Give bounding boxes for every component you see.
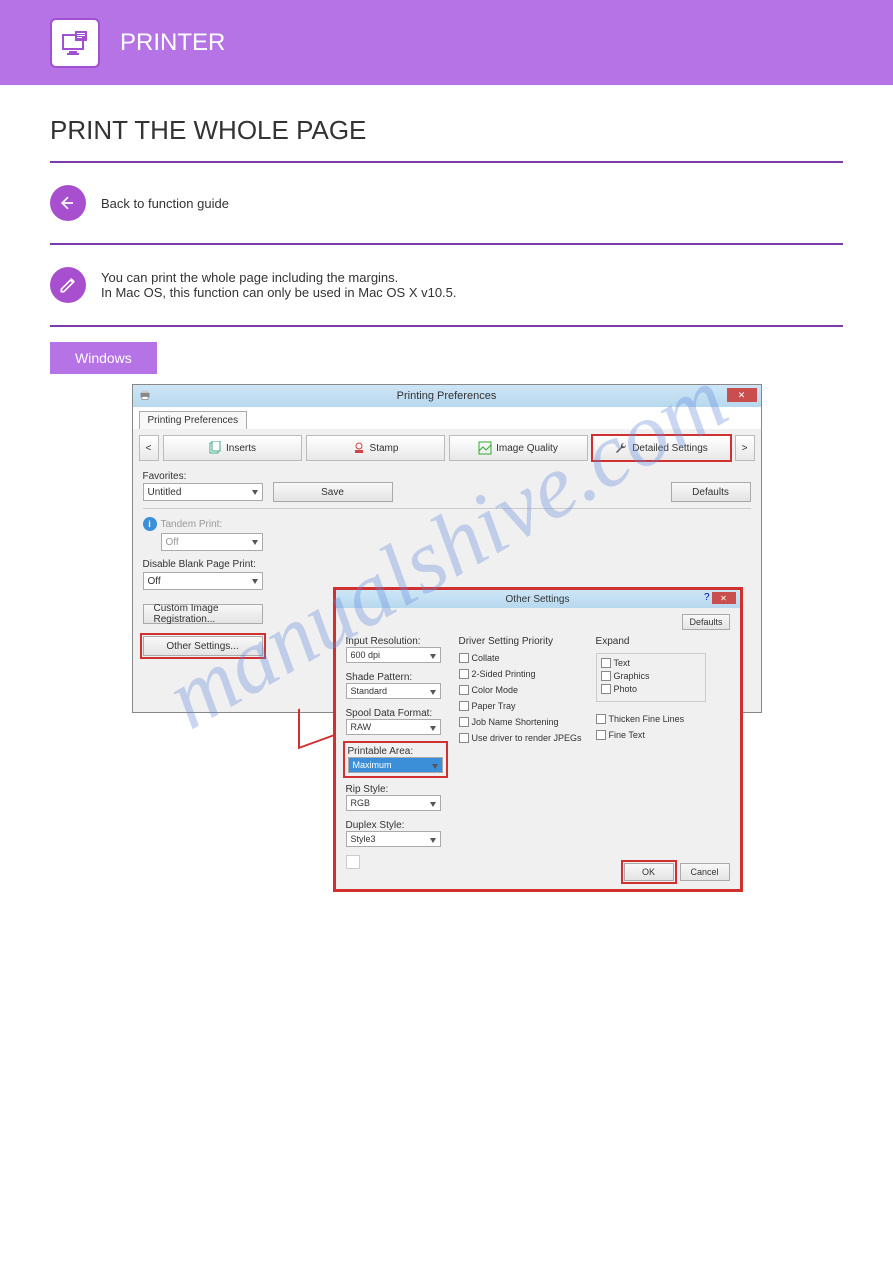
defaults-button[interactable]: Defaults [671,482,751,502]
chk-color-mode[interactable]: Color Mode [459,685,582,695]
image-quality-icon [478,441,492,455]
other-settings-window: Other Settings ? ✕ Defaults Input Resolu… [333,587,743,892]
inserts-icon [208,441,222,455]
sub-titlebar: Other Settings ? ✕ [336,590,740,608]
stamp-icon [352,441,366,455]
stamp-label: Stamp [370,443,399,454]
preview-square [346,855,360,869]
page-header: PRINTER [0,0,893,85]
input-res-label: Input Resolution: [346,636,445,647]
chk-fine-text[interactable]: Fine Text [596,730,706,740]
detailed-settings-label: Detailed Settings [632,443,708,454]
sub-title: Other Settings [506,594,570,605]
nav-next-button[interactable]: > [735,435,755,461]
spool-format-label: Spool Data Format: [346,708,445,719]
image-quality-button[interactable]: Image Quality [449,435,588,461]
chk-text[interactable]: Text [601,658,701,668]
favorites-select[interactable]: Untitled [143,483,263,501]
note-line2: In Mac OS, this function can only be use… [101,285,457,300]
stamp-button[interactable]: Stamp [306,435,445,461]
chapter-logo [50,18,100,68]
chk-graphics[interactable]: Graphics [601,671,701,681]
inserts-label: Inserts [226,443,256,454]
disable-blank-select[interactable]: Off [143,572,263,590]
page-title: PRINT THE WHOLE PAGE [50,115,843,146]
note-line1: You can print the whole page including t… [101,270,457,285]
windows-badge: Windows [50,342,157,374]
sub-defaults-button[interactable]: Defaults [682,614,729,630]
spool-format-select[interactable]: RAW [346,719,441,735]
inserts-button[interactable]: Inserts [163,435,302,461]
pencil-icon [50,267,86,303]
help-icon[interactable]: ? [704,592,710,603]
expand-heading: Expand [596,636,706,647]
save-button[interactable]: Save [273,482,393,502]
back-icon[interactable] [50,185,86,221]
toolbar: < Inserts Stamp Image Quality Detailed S… [133,429,761,467]
chapter-title: PRINTER [120,29,225,57]
duplex-style-select[interactable]: Style3 [346,831,441,847]
screenshot: manualshive.com Printing Preferences ✕ P… [132,384,762,713]
printable-area-group: Printable Area: Maximum [346,744,445,775]
tandem-print-select[interactable]: Off [161,533,263,551]
divider [50,243,843,245]
detailed-settings-button[interactable]: Detailed Settings [592,435,731,461]
dialog-body: Favorites: Untitled Save Defaults i Tande… [133,467,761,712]
wrench-icon [614,441,628,455]
nav-prev-button[interactable]: < [139,435,159,461]
window-title: Printing Preferences [397,390,497,402]
info-icon: i [143,517,157,531]
section-divider [143,508,751,509]
disable-blank-label: Disable Blank Page Print: [143,559,278,570]
printing-prefs-window: Printing Preferences ✕ Printing Preferen… [132,384,762,713]
expand-box: Text Graphics Photo [596,653,706,702]
shade-pattern-select[interactable]: Standard [346,683,441,699]
printable-area-select[interactable]: Maximum [348,757,443,773]
input-res-select[interactable]: 600 dpi [346,647,441,663]
cancel-button[interactable]: Cancel [680,863,730,881]
divider [50,325,843,327]
callout-line [298,695,338,750]
duplex-style-label: Duplex Style: [346,820,445,831]
chk-photo[interactable]: Photo [601,684,701,694]
window-titlebar: Printing Preferences ✕ [133,385,761,407]
chk-2sided[interactable]: 2-Sided Printing [459,669,582,679]
back-row: Back to function guide [50,173,843,233]
rip-style-select[interactable]: RGB [346,795,441,811]
tandem-print-label: Tandem Print: [161,519,223,530]
close-icon[interactable]: ✕ [727,388,757,402]
image-quality-label: Image Quality [496,443,558,454]
divider [50,161,843,163]
rip-style-label: Rip Style: [346,784,445,795]
custom-image-button[interactable]: Custom Image Registration... [143,604,263,624]
chk-paper-tray[interactable]: Paper Tray [459,701,582,711]
tab-printing-preferences[interactable]: Printing Preferences [139,411,248,429]
chk-use-driver[interactable]: Use driver to render JPEGs [459,733,582,743]
chk-job-name[interactable]: Job Name Shortening [459,717,582,727]
ok-button[interactable]: OK [624,863,674,881]
tab-strip: Printing Preferences [133,407,761,429]
other-settings-button[interactable]: Other Settings... [143,636,263,656]
monitor-icon [59,27,91,59]
chk-collate[interactable]: Collate [459,653,582,663]
favorites-label: Favorites: [143,471,751,482]
printer-icon [139,389,151,401]
sub-close-icon[interactable]: ✕ [712,592,736,604]
printable-area-label: Printable Area: [348,746,443,757]
back-link[interactable]: Back to function guide [101,196,229,211]
driver-priority-heading: Driver Setting Priority [459,636,582,647]
shade-pattern-label: Shade Pattern: [346,672,445,683]
note-row: You can print the whole page including t… [50,255,843,315]
chk-thicken[interactable]: Thicken Fine Lines [596,714,706,724]
